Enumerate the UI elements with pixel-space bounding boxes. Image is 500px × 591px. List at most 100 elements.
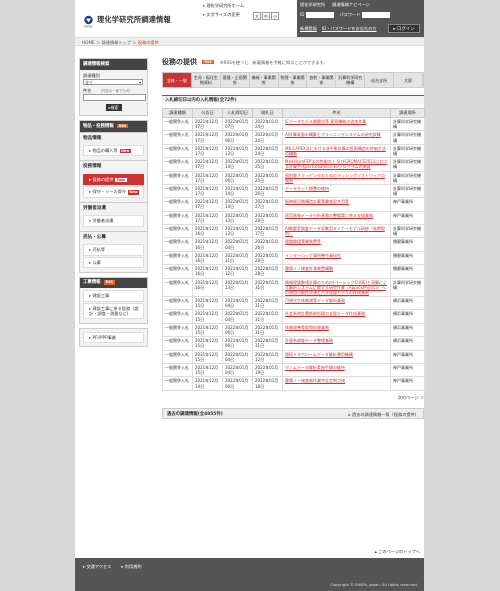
construction-box: 工事情報RSS 建設工事 建設工事に係る役務（設計・調査・測量など） — [79, 276, 148, 325]
bid-title-link[interactable]: インターロック事所整作業研究 — [282, 250, 391, 266]
breadcrumb-home[interactable]: HOME — [82, 40, 95, 45]
search-button[interactable]: ▸検索 — [105, 104, 122, 111]
table-cell: 2021年12月16日 — [192, 264, 223, 279]
table-cell: 2022年01月27日 — [252, 197, 283, 212]
tab-7[interactable]: 仙台支所 — [365, 73, 395, 87]
bid-title-link[interactable]: データセット調整の維持 — [282, 183, 391, 199]
table-cell: 計算科学研究機構 — [390, 183, 425, 199]
bid-title-link[interactable]: 重陽ノー検査器作業完全定期点検 — [282, 376, 391, 391]
past-info-box: 過去の調達情報(全4855件) ▸ 過去の調達情報一覧（役務の提供） — [162, 407, 424, 419]
table-cell: 2022年01月04日 — [222, 237, 253, 252]
bid-title-link[interactable]: ICデータモデル階層化等 意見機能の追加作業 — [282, 116, 391, 132]
sidebar-item-public-offering[interactable]: 公募 — [83, 256, 144, 268]
bid-title-link[interactable]: AI概要室調査データ収集用タイナーモデル研修（長期契約） — [282, 223, 391, 239]
font-medium-button[interactable]: 中 — [262, 12, 270, 20]
bid-title-link[interactable]: 理論物理実験装置等 — [282, 237, 391, 252]
new-badge: New — [127, 190, 140, 195]
table-row: 一般競争入札 2021年12月16日 2022年01月13日 2022年01月17日 A… — [162, 223, 425, 239]
bid-title-link[interactable]: 計量系調査データ整理業務 — [282, 336, 391, 351]
tab-6[interactable]: 計算科学研究機構 — [336, 73, 366, 87]
new-badge: New — [115, 178, 127, 183]
site-title[interactable]: 理化学研究所調達情報 — [97, 15, 171, 24]
page-top-link[interactable]: ▴ このページのトップへ — [375, 549, 420, 554]
past-list-link[interactable]: ▸ 過去の調達情報一覧（役務の提供） — [349, 412, 419, 417]
bid-title-link[interactable]: 情報理論数値計算のための(ベーシックCUBE)と演算による解析システムに関する研… — [282, 277, 391, 298]
type-select[interactable]: 全て — [83, 78, 143, 85]
table-cell: 一般競争入札 — [162, 116, 193, 132]
bid-title-link[interactable]: 社会系統計関係前処理の支援データ作成業務 — [282, 309, 391, 324]
next-page-link[interactable]: 次のページ ＞ — [162, 395, 424, 400]
bid-title-link[interactable]: 可視光生体観測等データ解析業務 — [282, 296, 391, 311]
table-cell: 2021年12月15日 — [192, 336, 223, 351]
tab-2[interactable]: 基盤・企画関係 — [221, 73, 250, 87]
table-cell: 一般競争入札 — [162, 223, 193, 239]
table-row: 一般競争入札 2021年12月15日 2022年01月04日 2022年01月19日ゲ… — [162, 362, 425, 378]
login-button[interactable]: ▸ ログイン — [388, 24, 420, 33]
table-row: 一般競争入札 2021年12月15日 2022年01月06日 2022年01月31日計… — [162, 336, 425, 351]
table-cell: 2022年01月06日 — [222, 130, 253, 145]
bid-title-link[interactable]: ゲノムデータ解析実施手順の維持 — [282, 362, 391, 378]
table-row: 一般競争入札 2021年12月17日 2022年01月13日 2022年01月24日 M… — [162, 143, 425, 159]
table-row: 一般競争入札 2021年12月16日 2022年01月04日 2022年01月26日理… — [162, 237, 425, 252]
password-input[interactable] — [362, 12, 391, 18]
table-cell: 一般競争入札 — [162, 277, 193, 298]
footer-terms-link[interactable]: 利用規約 — [121, 564, 141, 569]
id-input[interactable] — [306, 12, 335, 18]
riken-home-link[interactable]: 理化学研究所ホーム — [203, 3, 283, 12]
tab-4[interactable]: 物理・事業関係 — [279, 73, 308, 87]
table-cell: 一般競争入札 — [162, 309, 193, 324]
tab-0[interactable]: 全体・一般 — [163, 73, 192, 87]
id-label: ID — [300, 12, 305, 17]
bid-title-link[interactable]: 脳神経回路構造計算実験施設共用等 — [282, 197, 391, 212]
table-cell: 2022年01月06日 — [222, 322, 253, 338]
sidebar-item-label: 保守・リース保守 — [92, 189, 126, 195]
font-large-button[interactable]: 大 — [253, 12, 261, 20]
table-cell: 2022年01月26日 — [252, 237, 283, 252]
rss-badge[interactable]: RSS — [103, 280, 115, 285]
bid-title-link[interactable]: 体質改善等取得処理業務 — [282, 322, 391, 338]
bid-title-link[interactable]: 医用画像データ分析基盤の整備実に係る支援業務 — [282, 210, 391, 226]
table-cell: 計算科学研究機構 — [390, 130, 425, 145]
forgot-password-link[interactable]: ID・パスワードをお忘れの方 — [322, 26, 377, 31]
table-cell: 播磨事業所 — [390, 264, 425, 279]
tab-5[interactable]: 放射・事業関係 — [307, 73, 337, 87]
login-tab-riken[interactable]: 理化学研究所 — [300, 2, 325, 7]
bid-title-link[interactable]: 理研メタボロームデータ解析運用機構 — [282, 349, 391, 364]
bid-title-link[interactable]: 重陽ミノ検査計測装置構築 — [282, 264, 391, 279]
sidebar-item-pfi[interactable]: PFI/PPP事業 — [83, 332, 144, 344]
sidebar-item-maintenance[interactable]: 保守・リース保守New — [83, 186, 144, 198]
table-cell: 神戸事業所 — [390, 376, 425, 391]
table-cell: 2022年01月19日 — [252, 362, 283, 378]
sidebar-item-service[interactable]: 役務の提供New — [83, 174, 144, 186]
bid-title-link[interactable]: MR-CAPEX法における非平衡計算の役割構造の評価方法の構築 — [282, 143, 391, 159]
new-badge: New — [119, 149, 131, 154]
tab-8[interactable]: 大阪 — [394, 73, 424, 87]
font-size-switcher: 大中小 — [253, 12, 280, 21]
bid-title-link[interactable]: AI計算資源の構築とプランニングシステムの研究試験 — [282, 130, 391, 145]
riken-logo[interactable]: RIKEN — [83, 15, 94, 28]
bid-title-link[interactable]: ModelsimFEP法の性能向上 及びGROMACS2021における計算方法p… — [282, 157, 391, 172]
font-small-button[interactable]: 小 — [271, 12, 279, 20]
rss-badge[interactable]: RSS — [202, 59, 214, 65]
breadcrumb: HOME ＞ 調達情報トップ ＞ 役務の提供 — [82, 40, 159, 45]
sidebar-item-construction-service[interactable]: 建設工事に係る役務（設計・調査・測量など） — [83, 302, 144, 320]
register-link[interactable]: 新規登録 — [300, 26, 317, 31]
sidebar-item-sale[interactable]: 売払等 — [83, 244, 144, 256]
item-search-input[interactable] — [83, 94, 146, 101]
tab-1[interactable]: 生命・転化生物資料 — [192, 73, 221, 87]
footer-access-link[interactable]: 交通アクセス — [83, 564, 111, 569]
sidebar-item-labor[interactable]: 労働者派遣 — [83, 215, 144, 227]
password-label: パスワード — [339, 12, 361, 17]
page-title: 役務の提供 — [162, 58, 197, 66]
bid-title-link[interactable]: 個別量子マッピングのためのマッシングソフトウェアの開発 — [282, 170, 391, 185]
rss-badge[interactable]: RSS — [116, 123, 129, 128]
sidebar-item-goods-purchase[interactable]: 物品の購入等New — [83, 145, 144, 157]
breadcrumb-parent[interactable]: 調達情報トップ — [102, 40, 131, 45]
tab-3[interactable]: 機械・事業関係 — [250, 73, 279, 87]
table-cell: 2022年01月13日 — [222, 277, 253, 298]
table-cell: 2021年12月17日 — [192, 130, 223, 145]
search-button-label: 検索 — [110, 105, 119, 110]
login-tab-navi[interactable]: 調達情報ナビページ — [332, 2, 370, 7]
sidebar-item-construction[interactable]: 建設工事 — [83, 290, 144, 302]
table-cell: 2022年01月24日 — [252, 143, 283, 159]
